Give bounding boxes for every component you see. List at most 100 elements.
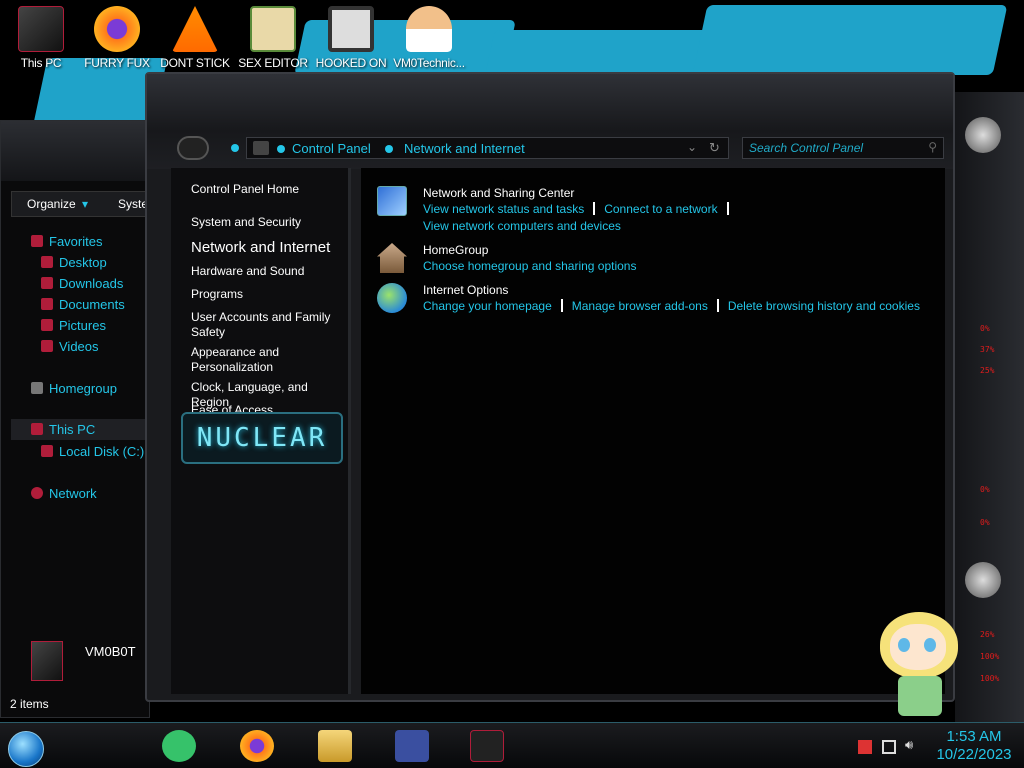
desktop-icon-sex-editor[interactable]: SEX EDITOR	[234, 6, 312, 70]
explorer-title-frame	[1, 121, 151, 181]
desktop-icon-hooked-on[interactable]: HOOKED ON	[312, 6, 390, 70]
link-view-network-status[interactable]: View network status and tasks	[423, 202, 584, 216]
system-clock[interactable]: 1:53 AM 10/22/2023	[929, 728, 1019, 764]
taskbar: 🔊︎ 1:53 AM 10/22/2023	[0, 722, 1024, 768]
nav-documents[interactable]: Documents	[41, 297, 125, 312]
desktop-icon-label: SEX EDITOR	[238, 56, 308, 70]
nav-downloads[interactable]: Downloads	[41, 276, 123, 291]
firefox-icon[interactable]	[240, 730, 274, 762]
start-button[interactable]	[8, 731, 44, 767]
videos-icon	[41, 340, 53, 352]
system-button[interactable]: Syste	[118, 197, 148, 211]
vlc-icon	[172, 6, 218, 52]
details-name: VM0B0T	[85, 644, 136, 659]
clock-date: 10/22/2023	[936, 746, 1012, 763]
file-explorer-icon[interactable]	[318, 730, 352, 762]
window-header: Control Panel Network and Internet ⌄ ↻ ⚲	[147, 74, 953, 169]
organize-button[interactable]: Organize	[27, 197, 76, 211]
status-item-count: 2 items	[10, 697, 49, 711]
sidebar-link-home[interactable]: Control Panel Home	[191, 182, 299, 197]
pictures-icon	[41, 319, 53, 331]
desktop-icon-this-pc[interactable]: This PC	[2, 6, 80, 70]
search-icon[interactable]: ⚲	[928, 140, 937, 154]
nav-this-pc[interactable]: This PC	[11, 419, 151, 440]
link-view-network-computers[interactable]: View network computers and devices	[423, 219, 621, 233]
nav-dot-icon	[231, 144, 239, 152]
volume-icon[interactable]: 🔊︎	[905, 737, 919, 752]
this-pc-taskbar-icon[interactable]	[470, 730, 504, 762]
nav-network[interactable]: Network	[31, 486, 97, 501]
category-title[interactable]: Network and Sharing Center	[423, 186, 574, 200]
control-panel-sidebar: Control Panel Home System and Security N…	[171, 168, 351, 694]
cpu-meter-5: 0%	[980, 518, 990, 527]
desktop-icon-vm0technic[interactable]: VM0Technic...	[390, 6, 468, 70]
nav-local-disk[interactable]: Local Disk (C:)	[41, 444, 144, 459]
link-separator	[593, 202, 596, 215]
this-pc-icon	[18, 6, 64, 52]
back-forward-icon[interactable]	[177, 136, 209, 160]
alien-icon	[965, 117, 1001, 153]
chevron-down-icon[interactable]: ⌄	[687, 140, 697, 154]
category-links: Choose homegroup and sharing options	[423, 259, 636, 273]
sidebar-link-user-accounts[interactable]: User Accounts and Family Safety	[191, 310, 336, 340]
breadcrumb-separator-icon	[385, 145, 393, 153]
link-separator	[726, 202, 729, 215]
hxd-icon	[250, 6, 296, 52]
link-separator	[560, 299, 563, 312]
control-panel-window: Control Panel Network and Internet ⌄ ↻ ⚲…	[145, 72, 955, 702]
nav-pictures[interactable]: Pictures	[41, 318, 106, 333]
security-flag-icon[interactable]	[858, 740, 872, 754]
breadcrumb-network-internet[interactable]: Network and Internet	[404, 141, 525, 156]
nav-homegroup[interactable]: Homegroup	[31, 381, 117, 396]
character-sticker	[868, 600, 968, 720]
category-links: View network computers and devices	[423, 219, 621, 233]
link-connect-network[interactable]: Connect to a network	[604, 202, 717, 216]
downloads-icon	[41, 277, 53, 289]
nuclear-logo: NUCLEAR	[181, 412, 343, 464]
search-input[interactable]	[743, 138, 923, 158]
link-manage-addons[interactable]: Manage browser add-ons	[572, 299, 708, 313]
chevron-down-icon[interactable]: ▾	[82, 197, 88, 211]
category-links: View network status and tasks Connect to …	[423, 202, 738, 216]
homegroup-icon	[377, 243, 407, 273]
link-delete-history[interactable]: Delete browsing history and cookies	[728, 299, 920, 313]
firefox-icon	[94, 6, 140, 52]
desktop-icon-dont-stick[interactable]: DONT STICK	[156, 6, 234, 70]
control-panel-content: Network and Sharing Center View network …	[361, 168, 945, 694]
sidebar-link-programs[interactable]: Programs	[191, 287, 243, 302]
cpu-meter-6: 26%	[980, 630, 995, 639]
control-panel-taskbar-icon[interactable]	[395, 730, 429, 762]
refresh-icon[interactable]: ↻	[709, 140, 720, 156]
homegroup-icon	[31, 382, 43, 394]
search-box: ⚲	[742, 137, 944, 159]
desktop-icon-label: VM0Technic...	[393, 56, 465, 70]
network-icon[interactable]	[882, 740, 896, 754]
spotify-icon[interactable]	[162, 730, 196, 762]
cpu-meter-7: 100%	[980, 652, 1000, 661]
link-change-homepage[interactable]: Change your homepage	[423, 299, 552, 313]
nav-desktop[interactable]: Desktop	[41, 255, 107, 270]
category-title[interactable]: HomeGroup	[423, 243, 488, 257]
sidebar-link-system-security[interactable]: System and Security	[191, 215, 301, 230]
sidebar-link-hardware-sound[interactable]: Hardware and Sound	[191, 264, 304, 279]
cpu-meter-2: 37%	[980, 345, 995, 354]
sidebar-link-appearance[interactable]: Appearance and Personalization	[191, 345, 311, 375]
address-bar[interactable]: Control Panel Network and Internet ⌄ ↻	[246, 137, 729, 159]
breadcrumb-control-panel[interactable]: Control Panel	[292, 141, 371, 156]
desktop-icon-label: HOOKED ON	[315, 56, 387, 70]
drive-icon	[41, 445, 53, 457]
clock-time: 1:53 AM	[946, 728, 1002, 745]
control-panel-icon	[253, 141, 269, 155]
documents-icon	[41, 298, 53, 310]
desktop-icon-furry-fux[interactable]: FURRY FUX	[78, 6, 156, 70]
internet-options-icon	[377, 283, 407, 313]
alien-icon	[965, 562, 1001, 598]
cpu-meter-1: 0%	[980, 324, 990, 333]
network-sharing-icon	[377, 186, 407, 216]
nav-videos[interactable]: Videos	[41, 339, 99, 354]
nav-favorites[interactable]: Favorites	[31, 234, 102, 249]
category-title[interactable]: Internet Options	[423, 283, 508, 297]
app-icon	[328, 6, 374, 52]
link-choose-homegroup[interactable]: Choose homegroup and sharing options	[423, 259, 636, 273]
network-icon	[31, 487, 43, 499]
